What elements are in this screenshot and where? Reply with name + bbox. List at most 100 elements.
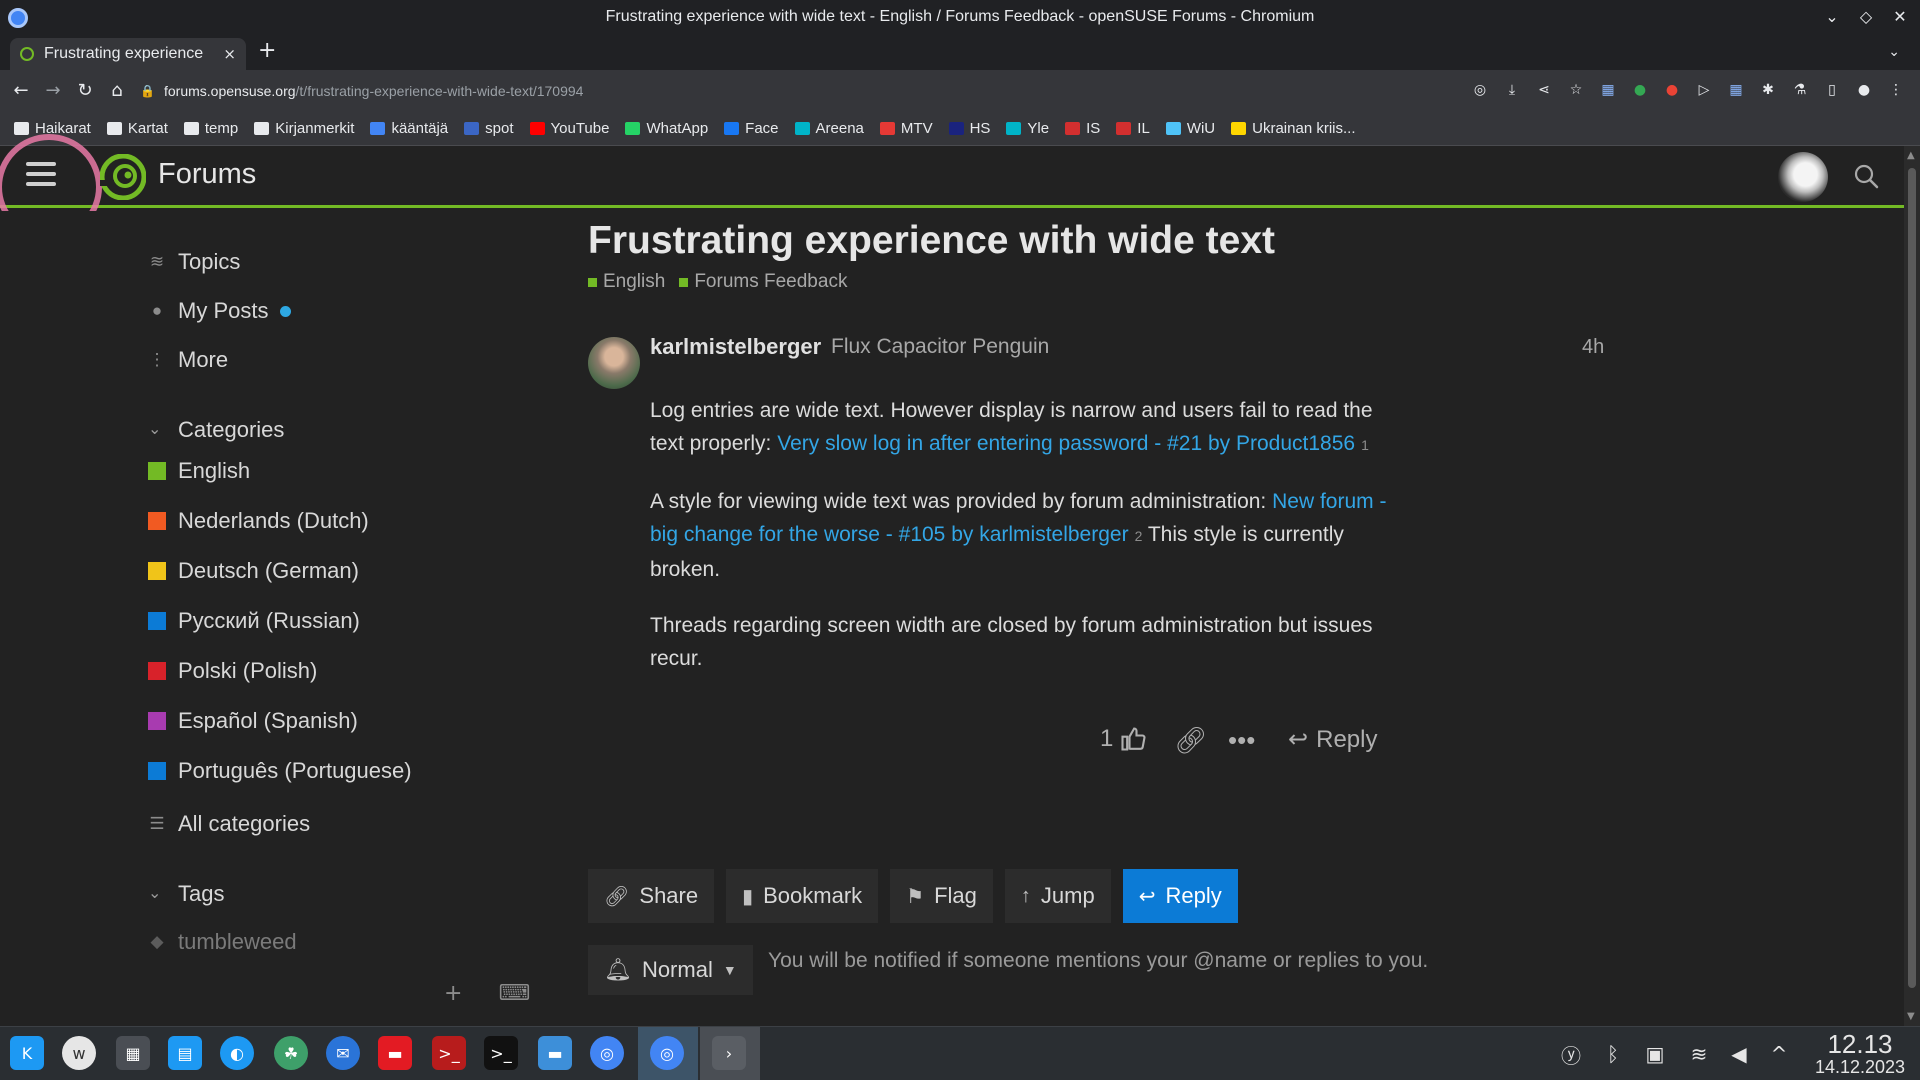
hamburger-menu-icon[interactable] [26,162,56,190]
bookmark-item[interactable]: Kartat [106,120,168,137]
sidebar-item-all-categories[interactable]: ☰ All categories [149,811,310,837]
extension-red-icon[interactable]: ● [1662,80,1682,100]
kde-launcher-icon[interactable]: K [10,1036,44,1070]
current-user-avatar[interactable] [1778,152,1828,202]
category-badge-forums-feedback[interactable]: Forums Feedback [679,271,847,293]
calculator-icon[interactable]: ▦ [116,1036,150,1070]
sidebar-tag-tumbleweed[interactable]: ◆ tumbleweed [150,929,296,955]
volume-icon[interactable]: ◀ [1724,1039,1754,1069]
categories-section-toggle[interactable]: ⌄ Categories [148,417,284,443]
konsole-icon[interactable]: › [712,1036,746,1070]
jump-button[interactable]: ↑ Jump [1004,869,1111,923]
bookmark-item[interactable]: Face [724,120,779,137]
new-tab-button[interactable]: + [258,40,276,62]
show-more-button[interactable]: ••• [1228,725,1255,756]
folder-red-icon[interactable]: ▬ [378,1036,412,1070]
bookmark-item[interactable]: Kirjanmerkit [254,120,354,137]
tab-close-icon[interactable]: × [223,45,236,63]
bookmark-star-icon[interactable]: ☆ [1566,80,1586,100]
file-manager-icon[interactable]: ▬ [538,1036,572,1070]
tab-search-chevron-icon[interactable]: ⌄ [1888,44,1900,60]
translate-icon[interactable]: ▦ [1726,80,1746,100]
sidebar-category-item[interactable]: Português (Portuguese) [148,758,412,784]
scrollbar-thumb[interactable] [1908,168,1916,988]
post-link[interactable]: Very slow log in after entering password… [777,432,1355,455]
browser-menu-icon[interactable]: ⋮ [1886,80,1906,100]
sidebar-item-my-posts[interactable]: ● My Posts [152,298,292,324]
sidebar-item-topics[interactable]: ≋ Topics [150,249,240,275]
bookmark-item[interactable]: spot [464,120,514,137]
extensions-puzzle-icon[interactable]: ✱ [1758,80,1778,100]
app-green-icon[interactable]: ☘ [274,1036,308,1070]
keyboard-icon[interactable]: ⌨ [498,981,530,1006]
like-button[interactable]: 1 [1100,725,1147,753]
home-icon[interactable]: ⌂ [106,80,128,102]
extension-green-icon[interactable]: ● [1630,80,1650,100]
terminal-icon[interactable]: >_ [484,1036,518,1070]
bookmark-item[interactable]: temp [183,120,238,137]
bookmark-item[interactable]: IS [1065,120,1100,137]
close-window-icon[interactable]: ✕ [1890,6,1910,26]
install-app-icon[interactable]: ⤓ [1502,80,1522,100]
bookmark-item[interactable]: WhatApp [625,120,708,137]
app-icon[interactable]: w [62,1036,96,1070]
reply-button[interactable]: ↩ Reply [1122,869,1238,923]
forum-title[interactable]: Forums [158,158,256,191]
system-clock[interactable]: 12.13 14.12.2023 [1810,1031,1910,1077]
bookmark-item[interactable]: YouTube [529,120,609,137]
bookmark-item[interactable]: kääntäjä [370,120,448,137]
wifi-icon[interactable]: ≋ [1684,1039,1714,1069]
bookmark-item[interactable]: MTV [879,120,933,137]
lab-flask-icon[interactable]: ⚗ [1790,80,1810,100]
flag-button[interactable]: ⚑ Flag [890,869,993,923]
bookmark-item[interactable]: Ukrainan kriis... [1231,120,1356,137]
bookmark-item[interactable]: IL [1116,120,1150,137]
thunderbird-icon[interactable]: ✉ [326,1036,360,1070]
minimize-icon[interactable]: ⌄ [1822,6,1842,26]
forward-arrow-icon[interactable]: → [42,80,64,102]
page-scrollbar[interactable]: ▲ ▼ [1904,146,1920,1026]
browser-tab-active[interactable]: Frustrating experience × [10,38,246,70]
scroll-down-icon[interactable]: ▼ [1907,1011,1915,1022]
sidebar-category-item[interactable]: Deutsch (German) [148,558,359,584]
side-panel-icon[interactable]: ▯ [1822,80,1842,100]
clipboard-icon[interactable]: ▣ [1640,1039,1670,1069]
update-notifier-icon[interactable]: ⓨ [1556,1039,1586,1069]
post-age[interactable]: 4h [1582,336,1604,359]
sidebar-category-item[interactable]: Nederlands (Dutch) [148,508,369,534]
bookmark-item[interactable]: WiU [1165,120,1215,137]
tray-expand-icon[interactable]: ^ [1764,1039,1794,1069]
sidebar-category-item[interactable]: English [148,458,250,484]
opensuse-logo-icon[interactable] [100,154,146,200]
maximize-icon[interactable]: ◇ [1856,6,1876,26]
bookmark-item[interactable]: HS [948,120,990,137]
post-author-avatar[interactable] [588,337,640,389]
plus-icon[interactable]: + [444,981,462,1006]
sidebar-category-item[interactable]: Español (Spanish) [148,708,358,734]
sidebar-category-item[interactable]: Русский (Russian) [148,608,360,634]
bookmark-item[interactable]: Areena [794,120,864,137]
share-icon[interactable]: ⋖ [1534,80,1554,100]
back-arrow-icon[interactable]: ← [10,80,32,102]
chromium-taskbar-icon[interactable]: ◎ [590,1036,624,1070]
sidebar-category-item[interactable]: Polski (Polish) [148,658,317,684]
topic-title[interactable]: Frustrating experience with wide text [588,219,1275,263]
reload-icon[interactable]: ↻ [74,80,96,102]
chromium-active-taskbar-icon[interactable]: ◎ [650,1036,684,1070]
post-username[interactable]: karlmistelberger [650,334,821,360]
tags-section-toggle[interactable]: ⌄ Tags [148,881,224,907]
address-bar[interactable]: 🔒 forums.opensuse.org/t/frustrating-expe… [140,76,1440,106]
play-extension-icon[interactable]: ▷ [1694,80,1714,100]
translate-extension-icon[interactable]: ▦ [1598,80,1618,100]
terminal-red-icon[interactable]: >_ [432,1036,466,1070]
profile-icon[interactable]: ● [1854,80,1874,100]
bluetooth-icon[interactable]: ᛒ [1598,1039,1628,1069]
scroll-up-icon[interactable]: ▲ [1907,150,1915,161]
category-badge-english[interactable]: English [588,271,665,293]
copy-link-button[interactable]: 🔗︎ [1174,725,1207,756]
share-button[interactable]: 🔗︎ Share [588,869,715,923]
search-icon[interactable] [1852,162,1880,190]
post-reply-button[interactable]: ↩ Reply [1288,725,1377,754]
document-icon[interactable]: ▤ [168,1036,202,1070]
google-lens-icon[interactable]: ◎ [1470,80,1490,100]
